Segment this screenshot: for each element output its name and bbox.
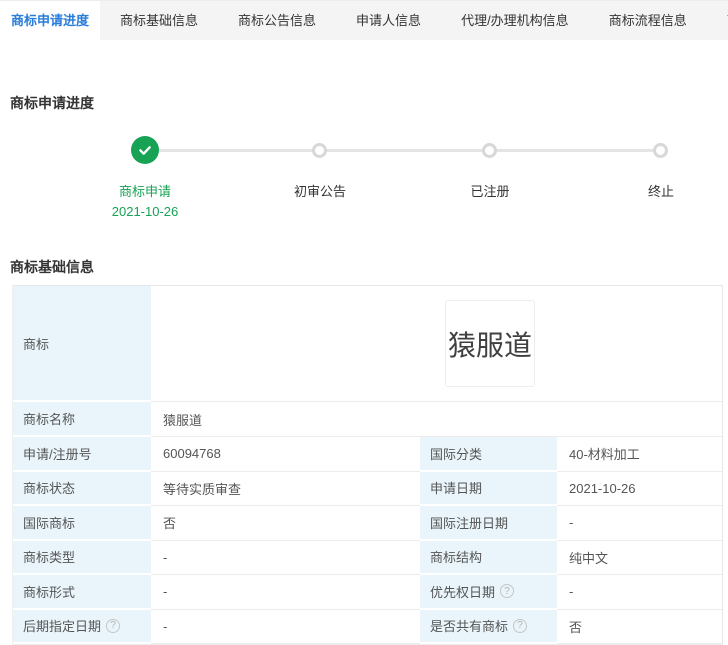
step-node-pending-2 [482,143,497,158]
row-value: 猿服道 [151,402,722,437]
row-value: - [151,610,420,645]
row-label-text: 是否共有商标 [430,616,508,635]
progress-section-title: 商标申请进度 [10,93,728,113]
row-label: 申请日期 [420,472,557,507]
tab-trademark-gazette-info[interactable]: 商标公告信息 [218,1,336,40]
row-label: 商标形式 [13,575,151,610]
tab-trademark-process-info[interactable]: 商标流程信息 [589,1,707,40]
help-icon[interactable]: ? [106,619,120,633]
row-label: 商标 [13,286,151,402]
row-label-text: 优先权日期 [430,582,495,601]
tab-trademark-basic-info[interactable]: 商标基础信息 [100,1,218,40]
step-label-terminated: 终止 [648,182,674,202]
help-icon[interactable]: ? [513,619,527,633]
table-row-international-trademark: 国际商标 否 国际注册日期 - [13,506,722,541]
table-row-trademark-status: 商标状态 等待实质审查 申请日期 2021-10-26 [13,472,722,507]
row-label: 国际分类 [420,437,557,472]
step-node-pending-3 [653,143,668,158]
table-row-later-designation-date: 后期指定日期 ? - 是否共有商标 ? 否 [13,610,722,645]
step-label-preliminary-gazette: 初审公告 [294,182,346,202]
row-label: 国际注册日期 [420,506,557,541]
basic-info-section-title: 商标基础信息 [10,257,728,277]
row-label: 国际商标 [13,506,151,541]
table-row-trademark-name: 商标名称 猿服道 [13,402,722,437]
tab-applicant-info[interactable]: 申请人信息 [336,1,441,40]
row-label: 后期指定日期 ? [13,610,151,645]
step-date: 2021-10-26 [112,202,179,222]
row-value: 否 [151,506,420,541]
help-icon[interactable]: ? [500,584,514,598]
row-label: 商标状态 [13,472,151,507]
row-value: 等待实质审查 [151,472,420,507]
step-label-application: 商标申请 2021-10-26 [112,182,179,222]
tab-trademark-progress[interactable]: 商标申请进度 [0,1,100,40]
row-label: 商标类型 [13,541,151,576]
row-value: 否 [557,610,722,645]
tab-goods-services[interactable]: 商品/服务项 [707,1,728,40]
row-label: 优先权日期 ? [420,575,557,610]
row-value: 40-材料加工 [557,437,722,472]
tab-bar: 商标申请进度 商标基础信息 商标公告信息 申请人信息 代理/办理机构信息 商标流… [0,0,728,40]
stepper-track [145,149,661,152]
row-label-text: 后期指定日期 [23,616,101,635]
row-value: 2021-10-26 [557,472,722,507]
table-row-registration-number: 申请/注册号 60094768 国际分类 40-材料加工 [13,437,722,472]
table-row-trademark-type: 商标类型 - 商标结构 纯中文 [13,541,722,576]
tab-agency-info[interactable]: 代理/办理机构信息 [441,1,589,40]
checkmark-icon [137,142,153,158]
step-name: 商标申请 [112,182,179,202]
step-node-completed [131,136,159,164]
trademark-image: 猿服道 [445,300,535,387]
row-value: - [557,575,722,610]
row-value: 纯中文 [557,541,722,576]
row-label: 申请/注册号 [13,437,151,472]
table-row-trademark-form: 商标形式 - 优先权日期 ? - [13,575,722,610]
trademark-image-cell: 猿服道 [151,286,722,402]
row-label: 商标结构 [420,541,557,576]
row-label: 是否共有商标 ? [420,610,557,645]
row-value: - [151,541,420,576]
step-label-registered: 已注册 [470,182,509,202]
step-node-pending-1 [312,143,327,158]
application-progress-stepper: 商标申请 2021-10-26 初审公告 已注册 终止 [0,119,728,224]
trademark-basic-info-table: 商标 猿服道 商标名称 猿服道 申请/注册号 60094768 国际分类 40-… [12,285,723,645]
table-row-trademark-image: 商标 猿服道 [13,286,722,402]
row-value: - [557,506,722,541]
row-label: 商标名称 [13,402,151,437]
row-value: 60094768 [151,437,420,472]
row-value: - [151,575,420,610]
